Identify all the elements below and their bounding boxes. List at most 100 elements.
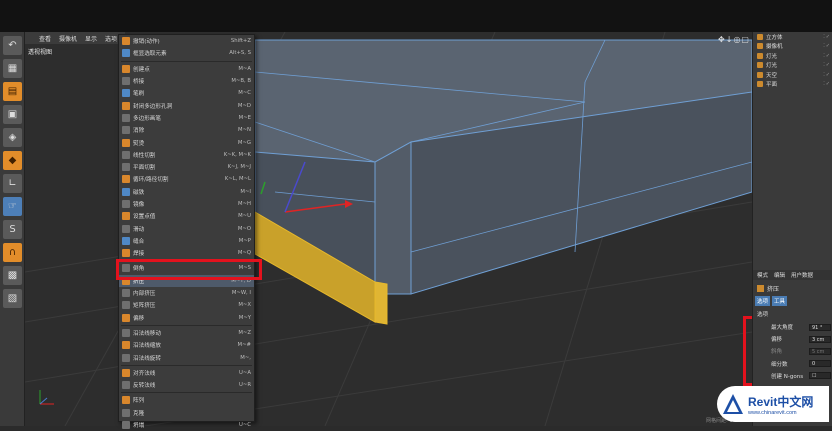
menu-item[interactable]: 反转法线 U~R	[119, 379, 254, 391]
object-icon	[757, 71, 763, 78]
menu-item[interactable]: 磁铁 M~I	[119, 186, 254, 198]
menu-item-shortcut: K~L, M~L	[224, 176, 251, 183]
menu-item[interactable]: 沿法线旋转 M~,	[119, 351, 254, 363]
object-visibility-flags[interactable]: ⁚✓	[823, 81, 832, 87]
menu-item-shortcut: M~O	[237, 225, 251, 232]
axis-tool-icon[interactable]: ∟	[3, 174, 22, 193]
menu-item[interactable]: 循环/路径切割 K~L, M~L	[119, 173, 254, 185]
menu-item-icon	[122, 126, 130, 135]
menu-item[interactable]: 阵列	[119, 394, 254, 406]
menu-item-label: 镜像	[133, 202, 145, 208]
menu-item-label: 反转法线	[133, 383, 156, 390]
object-visibility-flags[interactable]: ⁚✓	[823, 72, 832, 78]
object-name: 天空	[766, 72, 778, 79]
menu-item-icon	[122, 212, 130, 221]
menu-item-shortcut: M~A	[238, 65, 251, 72]
viewport-menu-options[interactable]: 选项	[105, 34, 117, 43]
subtab-options[interactable]: 选项	[755, 296, 771, 306]
snap-tool-icon[interactable]: S	[3, 220, 22, 239]
attribute-title-label: 挤压	[767, 286, 780, 293]
menu-item[interactable]: 对齐法线 U~A	[119, 367, 254, 379]
workplane-tool-icon[interactable]: ▩	[3, 266, 22, 285]
menu-item[interactable]: 撤销(动作) Shift+Z	[119, 35, 254, 47]
menu-item[interactable]: 熨烫 M~G	[119, 136, 254, 148]
tweak-tool-icon[interactable]: ☞	[3, 197, 22, 216]
parameter-list: 最大角度 91 ° 偏移 3 cm 斜角 5 cm 细分数 0 创建 N-gons ☐	[757, 321, 831, 382]
object-icon	[757, 33, 763, 40]
menu-item-label: 矩阵挤压	[133, 303, 156, 310]
menu-item-icon	[122, 289, 130, 298]
viewport-nav-icons[interactable]: ✥↓◎▢	[718, 35, 750, 44]
menu-separator	[121, 60, 252, 62]
top-bar	[0, 0, 832, 32]
object-row[interactable]: 天空 ⁚✓	[753, 70, 832, 80]
object-row[interactable]: 摄像机 ⁚✓	[753, 42, 832, 52]
points-mode-icon[interactable]: ◈	[3, 128, 22, 147]
param-value-field[interactable]: ☐	[809, 372, 831, 380]
param-value-field[interactable]: 5 cm	[809, 347, 831, 355]
menu-item[interactable]: 消除 M~N	[119, 124, 254, 136]
menu-item[interactable]: 偏移 M~Y	[119, 312, 254, 324]
param-value-field[interactable]: 91 °	[809, 323, 831, 331]
object-row[interactable]: 平面 ⁚✓	[753, 80, 832, 90]
menu-item-icon	[122, 200, 130, 208]
param-value-field[interactable]: 3 cm	[809, 335, 831, 343]
texture-tool-icon[interactable]: ▤	[3, 82, 22, 101]
menu-item[interactable]: 内部挤压 M~W, I	[119, 287, 254, 299]
object-row[interactable]: 立方体 ⁚✓	[753, 32, 832, 42]
menu-item[interactable]: 焊接 M~Q	[119, 247, 254, 259]
param-value-field[interactable]: 0	[809, 360, 831, 368]
menu-item-label: 滑动	[133, 226, 145, 233]
object-row[interactable]: 灯光 ⁚✓	[753, 61, 832, 71]
menu-item-shortcut: Alt+S, S	[229, 50, 251, 57]
menu-item[interactable]: 创建点 M~A	[119, 63, 254, 75]
subtab-tool[interactable]: 工具	[772, 296, 788, 306]
menu-item-label: 多边形画笔	[133, 115, 161, 122]
menu-item[interactable]: 矩阵挤压 M~X	[119, 299, 254, 311]
object-visibility-flags[interactable]: ⁚✓	[823, 62, 832, 68]
viewport-label: 透视视图	[28, 49, 53, 56]
object-list: 立方体 ⁚✓ 摄像机 ⁚✓ 灯光 ⁚✓ 灯光 ⁚✓ 天空 ⁚✓ 平面 ⁚✓	[753, 32, 832, 92]
magnet-tool-icon[interactable]: ∩	[3, 243, 22, 262]
checker-tool-icon[interactable]: ▦	[3, 59, 22, 78]
menu-item[interactable]: 多边形画笔 M~E	[119, 112, 254, 124]
tab-edit[interactable]: 编辑	[774, 271, 785, 279]
menu-item[interactable]: 沿法线移动 M~Z	[119, 327, 254, 339]
undo-tool-icon[interactable]: ↶	[3, 36, 22, 55]
object-visibility-flags[interactable]: ⁚✓	[823, 34, 832, 40]
menu-item[interactable]: 平面切割 K~J, M~J	[119, 161, 254, 173]
left-toolbar: ↶ ▦ ▤ ▣ ◈ ◆ ∟ ☞ S ∩ ▩ ▧	[0, 32, 25, 426]
tab-mode[interactable]: 模式	[757, 271, 768, 279]
menu-item[interactable]: 滑动 M~O	[119, 222, 254, 234]
viewport-menu-view[interactable]: 查看	[39, 34, 51, 43]
object-icon	[757, 62, 763, 69]
menu-item-label: 沿法线旋转	[133, 355, 161, 362]
menu-item-icon	[122, 328, 130, 337]
menu-item-label: 消除	[133, 128, 145, 135]
menu-item[interactable]: 坍塌 U~C	[119, 419, 254, 431]
menu-item[interactable]: 桥接 M~B, B	[119, 75, 254, 87]
context-menu: 撤销(动作) Shift+Z 框显选取元素 Alt+S, S 创建点 M~A 桥接 M~B, …	[118, 34, 255, 430]
polygon-mode-icon[interactable]: ◆	[3, 151, 22, 170]
object-visibility-flags[interactable]: ⁚✓	[823, 53, 832, 59]
lock-tool-icon[interactable]: ▧	[3, 289, 22, 308]
menu-item[interactable]: 设置点值 M~U	[119, 210, 254, 222]
object-row[interactable]: 灯光 ⁚✓	[753, 51, 832, 61]
menu-item-shortcut: M~Z	[238, 329, 251, 336]
menu-item[interactable]: 线性切割 K~K, M~K	[119, 149, 254, 161]
menu-item[interactable]: 克隆	[119, 407, 254, 419]
viewport-menu-display[interactable]: 显示	[85, 34, 97, 43]
menu-item[interactable]: 笔刷 M~C	[119, 87, 254, 99]
menu-item-label: 框显选取元素	[133, 51, 167, 58]
object-visibility-flags[interactable]: ⁚✓	[823, 43, 832, 49]
cube-model-icon[interactable]: ▣	[3, 105, 22, 124]
menu-item[interactable]: 沿法线缩放 M~#	[119, 339, 254, 351]
menu-item-icon	[122, 89, 130, 98]
menu-item[interactable]: 封闭多边形孔洞 M~D	[119, 99, 254, 111]
menu-item[interactable]: 镜像 M~H	[119, 198, 254, 210]
tab-user-data[interactable]: 用户数据	[791, 271, 813, 279]
menu-item-shortcut: U~C	[238, 422, 251, 429]
viewport-menu-camera[interactable]: 摄像机	[59, 34, 77, 43]
menu-item[interactable]: 框显选取元素 Alt+S, S	[119, 47, 254, 59]
menu-item[interactable]: 缝合 M~P	[119, 235, 254, 247]
